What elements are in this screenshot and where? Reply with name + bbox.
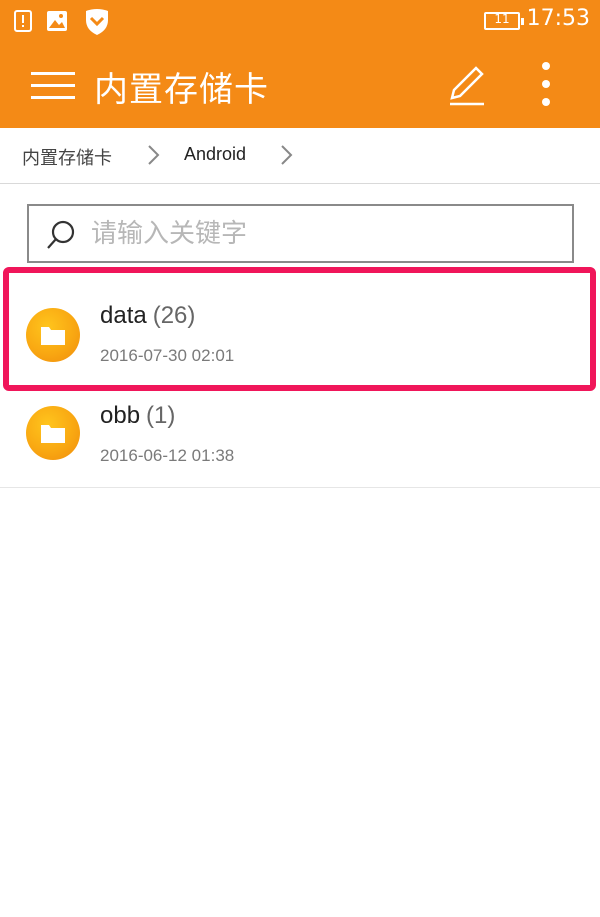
list-item-obb[interactable]: obb (1) 2016-06-12 01:38 — [0, 378, 600, 488]
chevron-right-icon — [146, 142, 162, 168]
battery-icon: 11 — [484, 12, 524, 30]
chevron-right-icon — [279, 142, 295, 168]
item-title: obb — [100, 402, 141, 429]
breadcrumb-item-android[interactable]: Android — [184, 144, 246, 165]
edit-icon[interactable] — [444, 64, 488, 108]
alert-icon — [14, 10, 32, 36]
image-icon — [46, 10, 68, 36]
battery-level: 11 — [494, 12, 510, 26]
breadcrumb-item-root[interactable]: 内置存储卡 — [22, 144, 112, 170]
item-title: data — [100, 302, 147, 329]
status-bar: 11 17:53 — [0, 0, 600, 44]
app-bar: 内置存储卡 — [0, 44, 600, 128]
page-title: 内置存储卡 — [94, 70, 269, 110]
search-box[interactable] — [27, 204, 574, 263]
menu-icon[interactable] — [28, 66, 78, 106]
item-date: 2016-07-30 02:01 — [100, 346, 235, 365]
item-count: (1) — [146, 402, 176, 429]
search-input[interactable] — [91, 214, 551, 254]
shield-icon — [84, 8, 110, 40]
folder-icon — [26, 308, 80, 362]
folder-icon — [26, 406, 80, 460]
item-name: obb (1) — [100, 402, 175, 430]
item-name: data (26) — [100, 302, 195, 330]
breadcrumb: 内置存储卡 Android — [0, 128, 600, 184]
item-count: (26) — [152, 302, 196, 329]
list-item-data[interactable]: data (26) 2016-07-30 02:01 — [0, 268, 600, 378]
item-date: 2016-06-12 01:38 — [100, 446, 235, 465]
status-time: 17:53 — [526, 6, 590, 31]
more-vert-icon[interactable] — [530, 60, 562, 112]
search-icon — [45, 219, 77, 251]
